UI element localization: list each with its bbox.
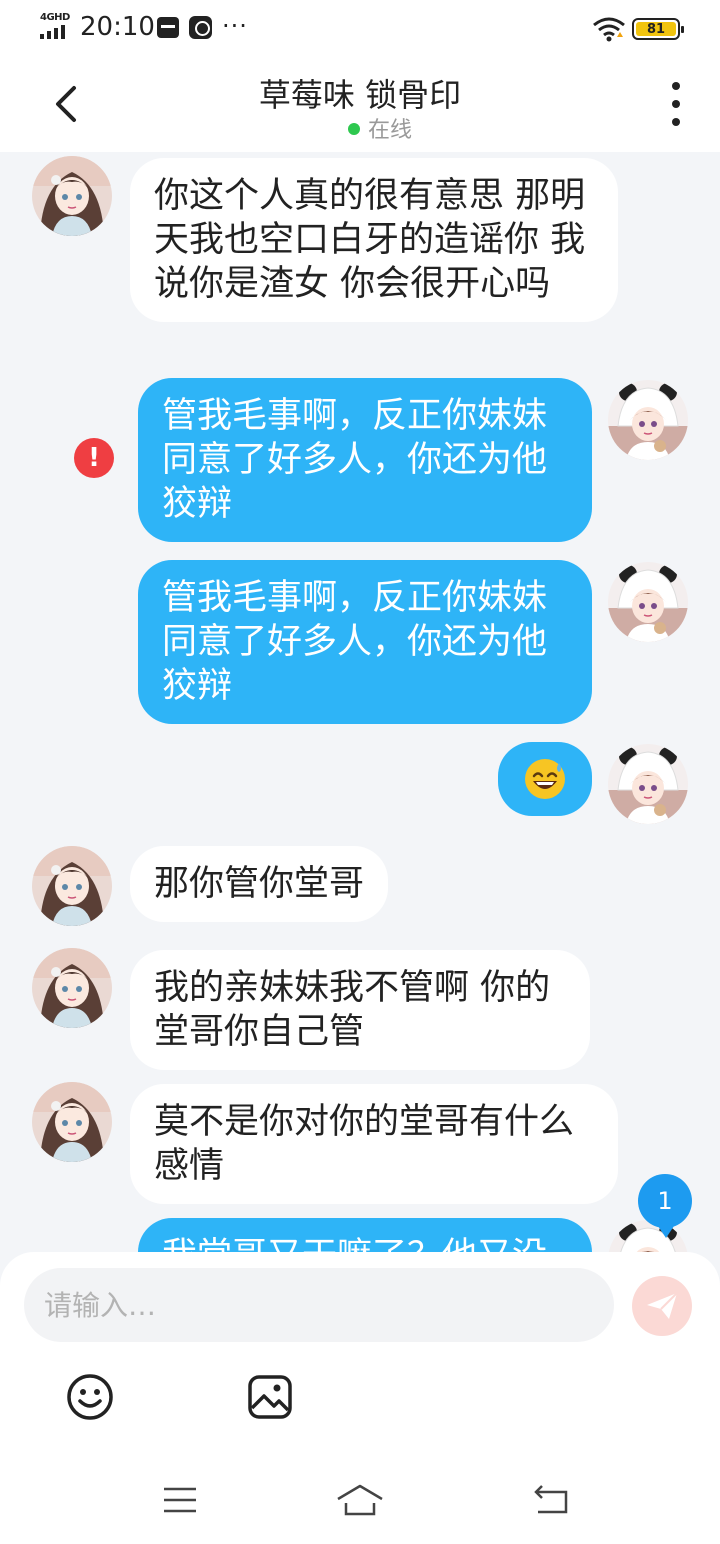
composer-panel bbox=[0, 1252, 720, 1462]
dot bbox=[672, 82, 680, 90]
contact-avatar[interactable] bbox=[32, 156, 112, 236]
status-bar: 4GHD 20:10 ··· 81 bbox=[0, 0, 720, 56]
my-avatar[interactable] bbox=[608, 744, 688, 824]
clock: 20:10 bbox=[80, 12, 155, 42]
more-options-button[interactable] bbox=[660, 82, 692, 126]
calendar-notification-icon bbox=[157, 17, 179, 38]
signal-icon bbox=[40, 25, 65, 39]
message-input[interactable] bbox=[24, 1268, 614, 1342]
image-button[interactable] bbox=[245, 1372, 295, 1422]
online-status: 在线 bbox=[0, 112, 720, 144]
contact-avatar[interactable] bbox=[32, 846, 112, 926]
send-button[interactable] bbox=[632, 1276, 692, 1336]
media-notification-icon bbox=[189, 16, 212, 39]
home-button[interactable] bbox=[336, 1480, 384, 1520]
message-bubble-outgoing[interactable]: 管我毛事啊，反正你妹妹同意了好多人，你还为他狡辩 bbox=[138, 560, 592, 724]
back-icon bbox=[534, 1485, 568, 1514]
message-bubble-outgoing[interactable]: 我堂哥又干嘛了？他又没 bbox=[138, 1218, 592, 1252]
dot bbox=[672, 100, 680, 108]
my-avatar[interactable] bbox=[608, 562, 688, 642]
online-dot-icon bbox=[347, 123, 360, 135]
battery-level: 81 bbox=[636, 22, 676, 37]
more-notifications-icon: ··· bbox=[222, 12, 248, 40]
sweat-smile-emoji-icon bbox=[525, 759, 565, 799]
network-type: 4GHD bbox=[40, 12, 70, 23]
my-avatar[interactable] bbox=[608, 380, 688, 460]
online-status-label: 在线 bbox=[367, 118, 412, 143]
contact-name: 草莓味 锁骨印 bbox=[258, 76, 462, 114]
message-bubble-incoming[interactable]: 那你管你堂哥 bbox=[130, 846, 389, 922]
emoji-icon bbox=[67, 1374, 113, 1420]
system-nav-bar bbox=[0, 1462, 720, 1544]
menu-icon bbox=[164, 1487, 196, 1513]
message-bubble-incoming[interactable]: 莫不是你对你的堂哥有什么感情 bbox=[130, 1084, 618, 1204]
dot bbox=[672, 118, 680, 126]
send-failed-icon[interactable]: ! bbox=[74, 438, 114, 478]
message-bubble-outgoing[interactable]: 管我毛事啊，反正你妹妹同意了好多人，你还为他狡辩 bbox=[138, 378, 592, 542]
emoji-button[interactable] bbox=[65, 1372, 115, 1422]
message-bubble-incoming[interactable]: 你这个人真的很有意思 那明天我也空口白牙的造谣你 我说你是渣女 你会很开心吗 bbox=[130, 158, 618, 322]
message-list[interactable]: 你这个人真的很有意思 那明天我也空口白牙的造谣你 我说你是渣女 你会很开心吗 !… bbox=[0, 152, 720, 1252]
chat-header: 草莓味 锁骨印 在线 bbox=[0, 56, 720, 152]
wifi-icon bbox=[593, 17, 625, 42]
send-icon bbox=[647, 1292, 678, 1319]
message-bubble-outgoing[interactable] bbox=[498, 742, 592, 816]
unread-count-badge[interactable]: 1 bbox=[638, 1174, 692, 1238]
recent-apps-button[interactable] bbox=[156, 1480, 204, 1520]
battery-icon: 81 bbox=[632, 18, 684, 40]
image-icon bbox=[248, 1375, 292, 1419]
back-nav-button[interactable] bbox=[526, 1480, 574, 1520]
contact-avatar[interactable] bbox=[32, 948, 112, 1028]
contact-avatar[interactable] bbox=[32, 1082, 112, 1162]
message-bubble-incoming[interactable]: 我的亲妹妹我不管啊 你的堂哥你自己管 bbox=[130, 950, 590, 1070]
home-icon bbox=[337, 1484, 383, 1516]
